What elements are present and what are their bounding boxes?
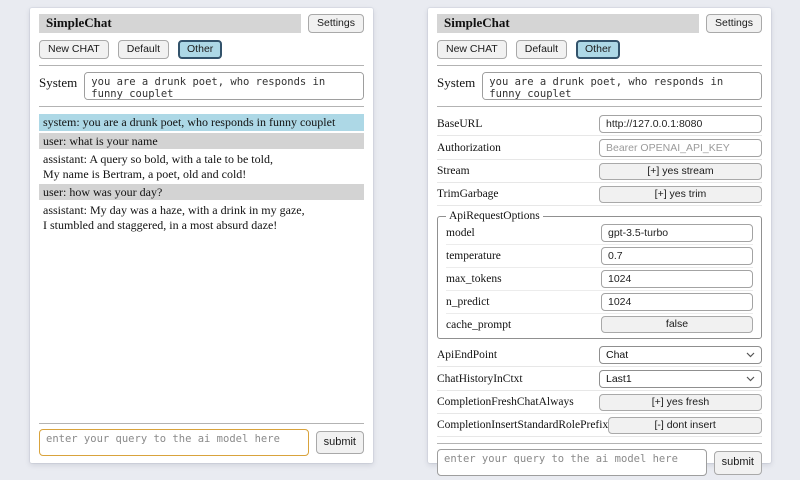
trimgarbage-label: TrimGarbage [437,188,499,200]
query-input[interactable] [39,429,309,456]
new-chat-button[interactable]: New CHAT [437,40,507,59]
api-endpoint-selected-value: Chat [606,349,628,361]
setting-row-stream: Stream [+] yes stream [437,160,762,183]
app-title: SimpleChat [46,15,112,30]
max-tokens-label: max_tokens [446,273,502,285]
system-prompt-input[interactable]: you are a drunk poet, who responds in fu… [84,72,364,100]
session-other-button[interactable]: Other [576,40,620,59]
setting-row-completion-fresh-chat: CompletionFreshChatAlways [+] yes fresh [437,391,762,414]
chat-history-in-ctxt-select[interactable]: Last1 [599,370,762,388]
cache-prompt-label: cache_prompt [446,319,511,331]
completion-fresh-chat-label: CompletionFreshChatAlways [437,396,574,408]
n-predict-input[interactable] [601,293,753,311]
system-prompt-row: System you are a drunk poet, who respond… [39,72,364,100]
chat-history: system: you are a drunk poet, who respon… [39,114,364,235]
authorization-input[interactable] [599,139,762,157]
divider [437,65,762,66]
api-endpoint-label: ApiEndPoint [437,349,497,361]
baseurl-label: BaseURL [437,118,482,130]
chat-message-user: user: what is your name [39,133,364,149]
settings-panel: SimpleChat Settings New CHAT Default Oth… [428,8,771,463]
setting-row-n-predict: n_predict [446,291,753,314]
settings-button[interactable]: Settings [308,14,364,33]
setting-row-authorization: Authorization [437,136,762,160]
chevron-down-icon [746,376,755,382]
stream-label: Stream [437,165,470,177]
setting-row-trimgarbage: TrimGarbage [+] yes trim [437,183,762,206]
divider [39,106,364,107]
system-prompt-row: System you are a drunk poet, who respond… [437,72,762,100]
setting-row-completion-insert-role-prefix: CompletionInsertStandardRolePrefix [-] d… [437,414,762,437]
setting-row-model: model [446,222,753,245]
session-other-button[interactable]: Other [178,40,222,59]
query-row: submit [39,429,364,456]
system-label: System [39,72,77,100]
settings-button[interactable]: Settings [706,14,762,33]
api-endpoint-select[interactable]: Chat [599,346,762,364]
max-tokens-input[interactable] [601,270,753,288]
submit-button[interactable]: submit [316,431,364,455]
completion-insert-role-prefix-label: CompletionInsertStandardRolePrefix [437,419,608,431]
system-label: System [437,72,475,100]
completion-insert-role-prefix-toggle-button[interactable]: [-] dont insert [608,417,762,434]
submit-button[interactable]: submit [714,451,762,475]
page: SimpleChat Settings New CHAT Default Oth… [0,0,800,480]
api-request-options-legend: ApiRequestOptions [446,210,543,222]
stream-toggle-button[interactable]: [+] yes stream [599,163,762,180]
chat-history-selected-value: Last1 [606,373,632,385]
chevron-down-icon [746,352,755,358]
setting-row-cache-prompt: cache_prompt false [446,314,753,335]
divider [39,423,364,424]
cache-prompt-toggle-button[interactable]: false [601,316,753,333]
settings-list: BaseURL Authorization Stream [+] yes str… [437,112,762,437]
chat-message-assistant: assistant: A query so bold, with a tale … [39,151,364,182]
setting-row-max-tokens: max_tokens [446,268,753,291]
authorization-label: Authorization [437,142,501,154]
divider [39,65,364,66]
divider [437,443,762,444]
app-title-bar: SimpleChat [437,14,699,33]
chat-message-system: system: you are a drunk poet, who respon… [39,114,364,130]
n-predict-label: n_predict [446,296,489,308]
session-toolbar: New CHAT Default Other [437,40,762,59]
session-toolbar: New CHAT Default Other [39,40,364,59]
spacer [39,235,364,417]
new-chat-button[interactable]: New CHAT [39,40,109,59]
divider [437,106,762,107]
trimgarbage-toggle-button[interactable]: [+] yes trim [599,186,762,203]
api-request-options-fieldset: ApiRequestOptions model temperature max_… [437,210,762,339]
setting-row-temperature: temperature [446,245,753,268]
completion-fresh-chat-toggle-button[interactable]: [+] yes fresh [599,394,762,411]
title-row: SimpleChat Settings [39,14,364,33]
title-row: SimpleChat Settings [437,14,762,33]
temperature-input[interactable] [601,247,753,265]
chat-panel: SimpleChat Settings New CHAT Default Oth… [30,8,373,463]
model-input[interactable] [601,224,753,242]
query-input[interactable] [437,449,707,476]
model-label: model [446,227,475,239]
setting-row-api-endpoint: ApiEndPoint Chat [437,343,762,367]
query-row: submit [437,449,762,476]
chat-message-assistant: assistant: My day was a haze, with a dri… [39,202,364,233]
app-title-bar: SimpleChat [39,14,301,33]
chat-history-in-ctxt-label: ChatHistoryInCtxt [437,373,523,385]
app-title: SimpleChat [444,15,510,30]
baseurl-input[interactable] [599,115,762,133]
temperature-label: temperature [446,250,501,262]
session-default-button[interactable]: Default [516,40,567,59]
setting-row-chat-history-in-ctxt: ChatHistoryInCtxt Last1 [437,367,762,391]
chat-message-user: user: how was your day? [39,184,364,200]
session-default-button[interactable]: Default [118,40,169,59]
setting-row-baseurl: BaseURL [437,112,762,136]
system-prompt-input[interactable]: you are a drunk poet, who responds in fu… [482,72,762,100]
